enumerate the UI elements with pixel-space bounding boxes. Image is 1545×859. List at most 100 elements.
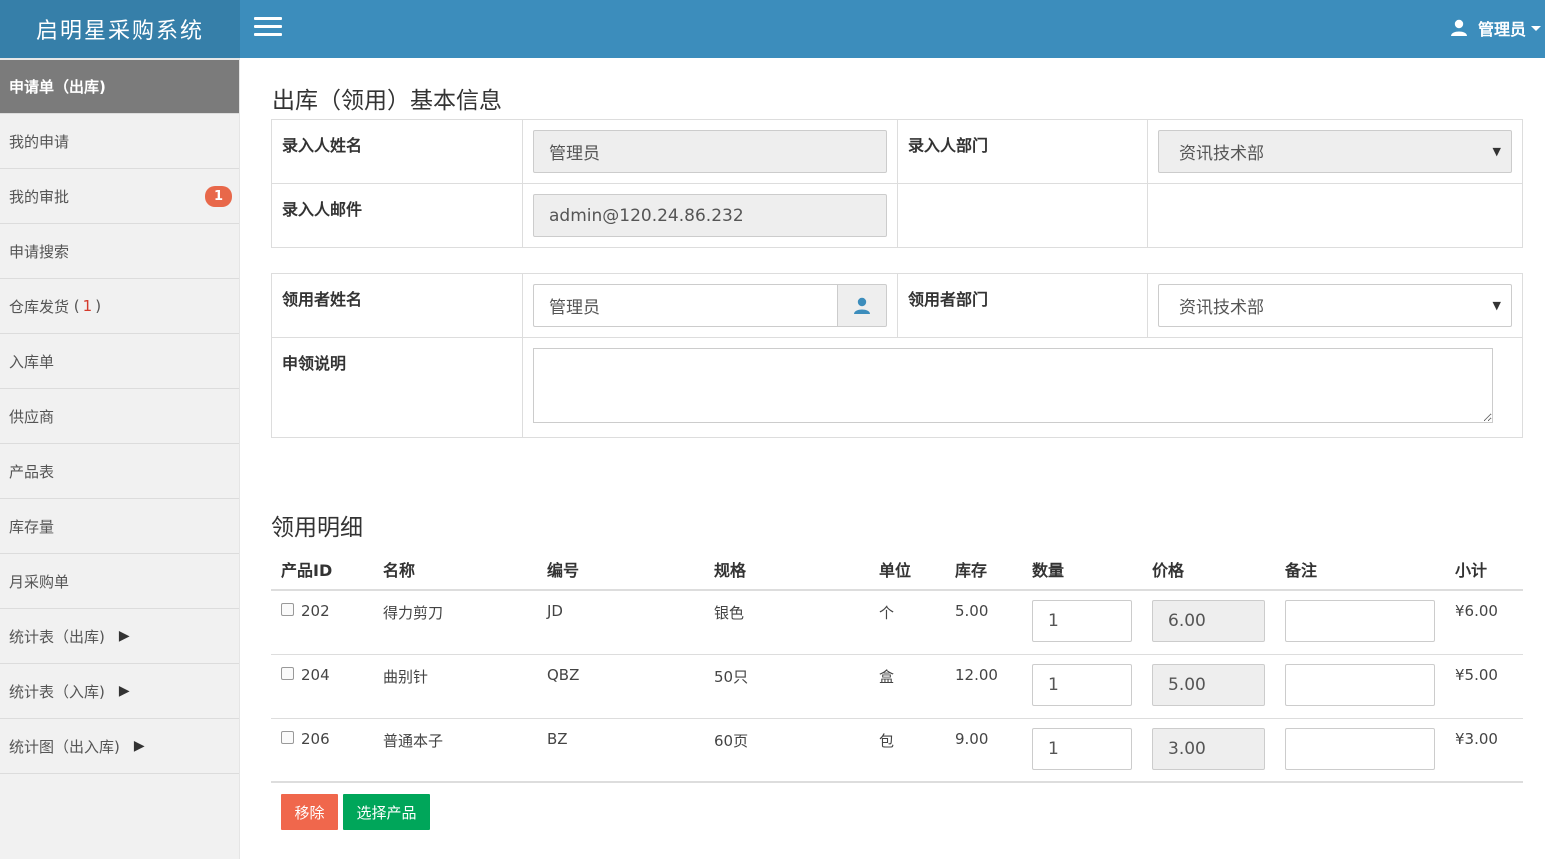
sidebar-item-label: 供应商 bbox=[9, 407, 55, 426]
details-header-row: 产品ID 名称 编号 规格 单位 库存 数量 价格 备注 小计 bbox=[271, 548, 1523, 591]
sidebar-item-label: 申请搜索 bbox=[9, 242, 70, 261]
remark-input[interactable] bbox=[1285, 663, 1435, 706]
product-unit: 包 bbox=[869, 718, 945, 783]
table-row: 206 普通本子 BZ 60页 包 9.00 1 3.00 ¥3.00 bbox=[271, 718, 1523, 783]
product-spec: 银色 bbox=[704, 590, 869, 655]
note-textarea[interactable] bbox=[533, 348, 1493, 423]
sidebar-item-warehouse-shipping[interactable]: 仓库发货 (1) bbox=[0, 279, 239, 334]
entry-name-label: 录入人姓名 bbox=[271, 119, 523, 184]
menu-toggle-icon[interactable] bbox=[254, 17, 282, 37]
col-header-remark: 备注 bbox=[1275, 548, 1445, 591]
col-header-unit: 单位 bbox=[869, 548, 945, 591]
product-id: 206 bbox=[301, 729, 330, 748]
sidebar-item-inbound[interactable]: 入库单 bbox=[0, 334, 239, 389]
user-icon bbox=[1450, 19, 1467, 36]
product-unit: 个 bbox=[869, 590, 945, 655]
entry-info-table: 录入人姓名 管理员 录入人部门 资讯技术部 ▼ 录入人邮件 admin@120.2… bbox=[271, 119, 1523, 248]
details-table: 产品ID 名称 编号 规格 单位 库存 数量 价格 备注 小计 202 得力剪刀… bbox=[271, 548, 1523, 783]
sidebar-item-label: 统计图（出入库) bbox=[9, 737, 120, 756]
product-spec: 50只 bbox=[704, 654, 869, 719]
sidebar-item-label: 我的申请 bbox=[9, 132, 70, 151]
product-id: 202 bbox=[301, 602, 330, 620]
col-header-name: 名称 bbox=[373, 548, 537, 591]
price-field[interactable]: 6.00 bbox=[1152, 600, 1265, 642]
remove-button[interactable]: 移除 bbox=[281, 794, 338, 830]
product-stock: 9.00 bbox=[945, 718, 1022, 783]
quantity-input[interactable]: 1 bbox=[1032, 663, 1132, 706]
expand-arrow-icon: ▶ bbox=[118, 683, 130, 699]
expand-arrow-icon: ▶ bbox=[133, 738, 145, 754]
col-header-spec: 规格 bbox=[704, 548, 869, 591]
product-stock: 5.00 bbox=[945, 590, 1022, 655]
top-navbar: 启明星采购系统 管理员 bbox=[0, 0, 1545, 58]
receiver-dept-select[interactable]: 资讯技术部 ▼ bbox=[1158, 284, 1512, 327]
product-name: 普通本子 bbox=[373, 718, 537, 783]
row-subtotal: ¥5.00 bbox=[1445, 654, 1523, 719]
col-header-subtotal: 小计 bbox=[1445, 548, 1523, 591]
user-menu[interactable]: 管理员 bbox=[1450, 14, 1541, 42]
col-header-id: 产品ID bbox=[271, 548, 373, 591]
product-unit: 盒 bbox=[869, 654, 945, 719]
entry-email-label: 录入人邮件 bbox=[271, 183, 523, 248]
sidebar-item-label: 库存量 bbox=[9, 517, 55, 536]
sidebar-item-label: 统计表（出库) bbox=[9, 627, 105, 646]
receiver-name-label: 领用者姓名 bbox=[271, 273, 523, 338]
row-checkbox[interactable] bbox=[281, 603, 294, 616]
row-subtotal: ¥6.00 bbox=[1445, 590, 1523, 655]
sidebar: 申请单（出库) 我的申请 我的审批 1 申请搜索 仓库发货 (1) 入库单 供应商… bbox=[0, 58, 240, 859]
col-header-stock: 库存 bbox=[945, 548, 1022, 591]
col-header-price: 价格 bbox=[1142, 548, 1275, 591]
product-code: BZ bbox=[537, 718, 704, 783]
dropdown-arrow-icon: ▼ bbox=[1492, 299, 1501, 312]
sidebar-item-monthly-purchase[interactable]: 月采购单 bbox=[0, 554, 239, 609]
approval-count-badge: 1 bbox=[205, 186, 232, 207]
quantity-input[interactable]: 1 bbox=[1032, 727, 1132, 770]
remark-input[interactable] bbox=[1285, 727, 1435, 770]
entry-email-field[interactable]: admin@120.24.86.232 bbox=[533, 194, 887, 237]
table-row: 204 曲别针 QBZ 50只 盒 12.00 1 5.00 ¥5.00 bbox=[271, 654, 1523, 719]
sidebar-item-label: 统计表（入库) bbox=[9, 682, 105, 701]
quantity-input[interactable]: 1 bbox=[1032, 600, 1132, 642]
sidebar-item-stats-outbound[interactable]: 统计表（出库) ▶ bbox=[0, 609, 239, 664]
sidebar-item-label: 仓库发货 bbox=[9, 297, 70, 316]
remark-input[interactable] bbox=[1285, 600, 1435, 642]
product-code: JD bbox=[537, 590, 704, 655]
price-field[interactable]: 5.00 bbox=[1152, 663, 1265, 706]
sidebar-item-outbound-request[interactable]: 申请单（出库) bbox=[0, 58, 239, 114]
details-title: 领用明细 bbox=[271, 515, 363, 541]
sidebar-item-label: 我的审批 bbox=[9, 187, 70, 206]
sidebar-item-inventory[interactable]: 库存量 bbox=[0, 499, 239, 554]
product-name: 曲别针 bbox=[373, 654, 537, 719]
receiver-name-field[interactable]: 管理员 bbox=[533, 284, 837, 327]
user-icon bbox=[854, 297, 870, 314]
sidebar-item-request-search[interactable]: 申请搜索 bbox=[0, 224, 239, 279]
product-code: QBZ bbox=[537, 654, 704, 719]
product-id: 204 bbox=[301, 665, 330, 684]
receiver-dept-label: 领用者部门 bbox=[897, 273, 1148, 338]
row-checkbox[interactable] bbox=[281, 730, 294, 744]
sidebar-item-suppliers[interactable]: 供应商 bbox=[0, 389, 239, 444]
sidebar-item-label: 申请单（出库) bbox=[9, 78, 106, 96]
select-product-button[interactable]: 选择产品 bbox=[343, 794, 430, 830]
product-spec: 60页 bbox=[704, 718, 869, 783]
sidebar-item-stats-inbound[interactable]: 统计表（入库) ▶ bbox=[0, 664, 239, 719]
sidebar-item-label: 产品表 bbox=[9, 462, 55, 481]
note-label: 申领说明 bbox=[271, 337, 523, 438]
chevron-down-icon bbox=[1531, 25, 1541, 31]
col-header-code: 编号 bbox=[537, 548, 704, 591]
product-name: 得力剪刀 bbox=[373, 590, 537, 655]
sidebar-item-stats-chart[interactable]: 统计图（出入库) ▶ bbox=[0, 719, 239, 774]
row-checkbox[interactable] bbox=[281, 666, 294, 680]
table-row: 202 得力剪刀 JD 银色 个 5.00 1 6.00 ¥6.00 bbox=[271, 590, 1523, 655]
sidebar-item-products[interactable]: 产品表 bbox=[0, 444, 239, 499]
entry-name-field[interactable]: 管理员 bbox=[533, 130, 887, 173]
app-brand[interactable]: 启明星采购系统 bbox=[0, 0, 240, 58]
sidebar-item-label: 入库单 bbox=[9, 352, 55, 371]
entry-dept-select[interactable]: 资讯技术部 ▼ bbox=[1158, 130, 1512, 173]
entry-dept-label: 录入人部门 bbox=[897, 119, 1148, 184]
price-field[interactable]: 3.00 bbox=[1152, 727, 1265, 770]
sidebar-item-my-requests[interactable]: 我的申请 bbox=[0, 114, 239, 169]
sidebar-item-my-approvals[interactable]: 我的审批 1 bbox=[0, 169, 239, 224]
pick-user-button[interactable] bbox=[837, 284, 887, 327]
product-stock: 12.00 bbox=[945, 654, 1022, 719]
